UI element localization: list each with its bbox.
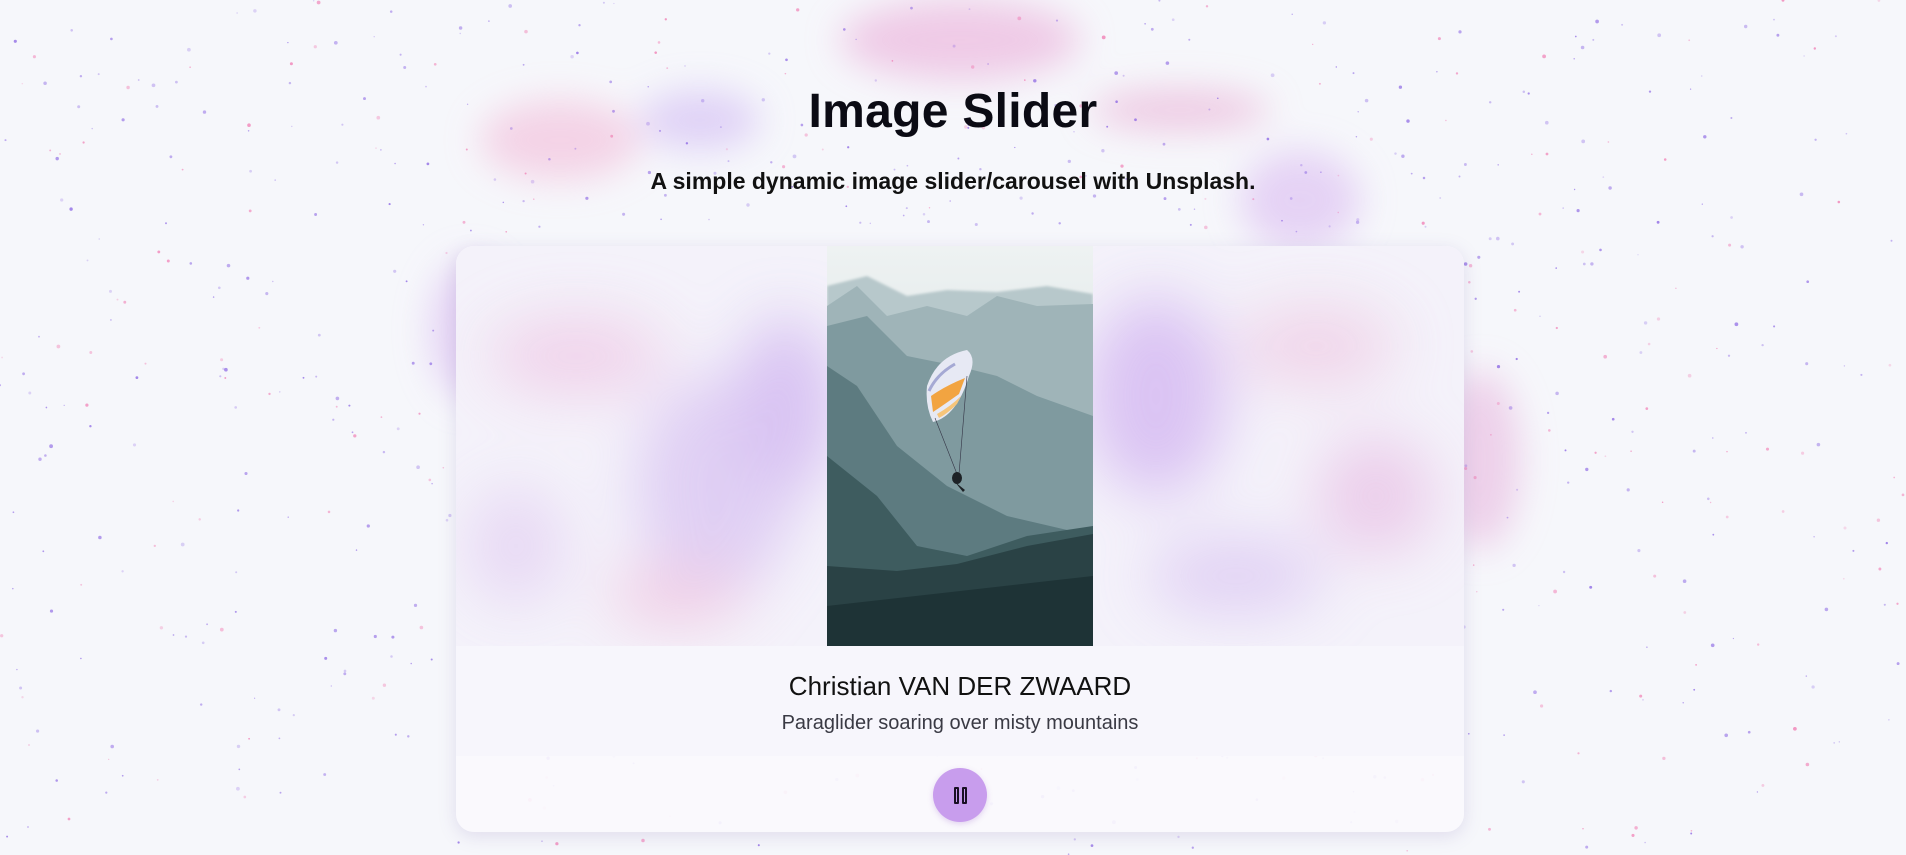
slide-image xyxy=(827,246,1093,646)
pause-icon-bar-right xyxy=(961,786,967,804)
pause-icon xyxy=(953,786,967,804)
pause-icon-bar-left xyxy=(953,786,959,804)
page: Image Slider A simple dynamic image slid… xyxy=(0,0,1906,855)
slider-card: Christian VAN DER ZWAARD Paraglider soar… xyxy=(456,246,1464,832)
slider-controls: Pause xyxy=(456,756,1464,832)
pause-button[interactable]: Pause xyxy=(933,768,987,822)
photographer-name: Christian VAN DER ZWAARD xyxy=(788,671,1132,701)
slide-description: Paraglider soaring over misty mountains xyxy=(781,712,1139,734)
page-title: Image Slider xyxy=(808,85,1098,138)
slide-stage xyxy=(456,246,1464,646)
paraglider-photo xyxy=(827,246,1093,646)
page-subtitle: A simple dynamic image slider/carousel w… xyxy=(650,168,1256,194)
